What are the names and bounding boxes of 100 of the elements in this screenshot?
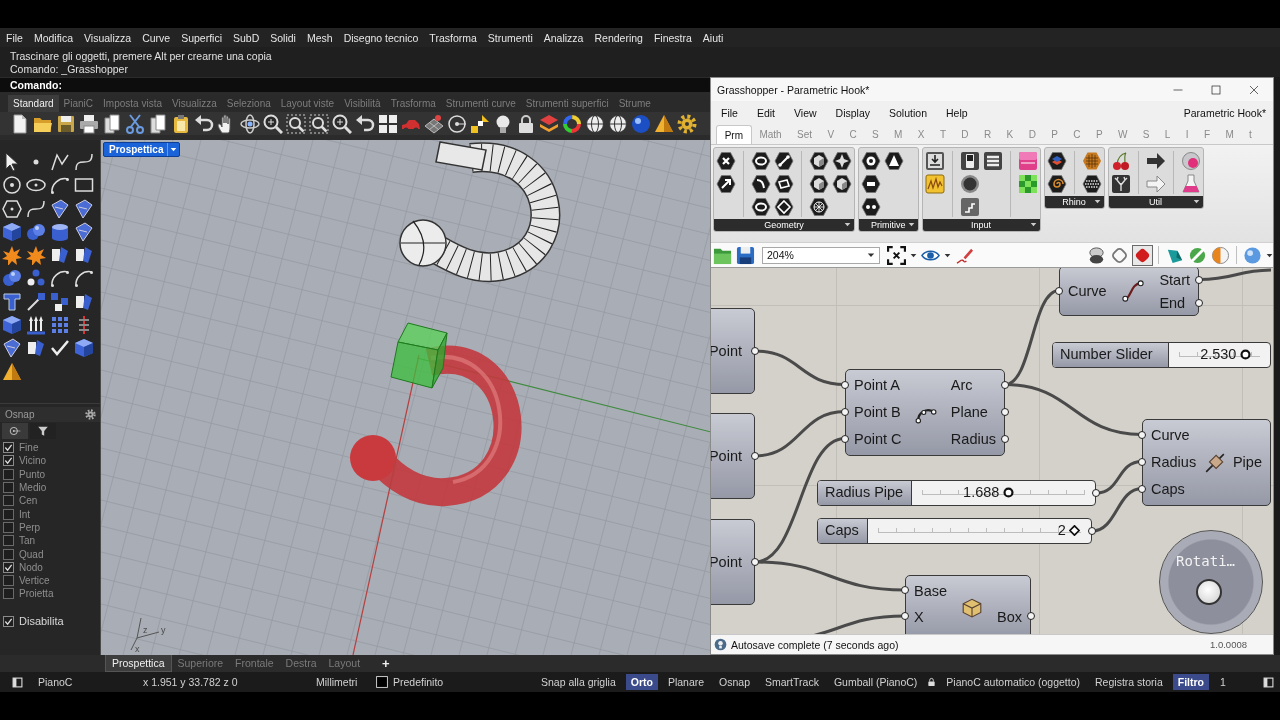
menu-item[interactable]: Curve <box>142 31 171 44</box>
shapes-icon[interactable] <box>470 113 490 134</box>
menu-item[interactable]: View <box>794 107 817 119</box>
menu-item[interactable]: Strumenti <box>487 31 533 44</box>
grip-icon[interactable] <box>1001 380 1009 389</box>
hexagon-icon[interactable] <box>2 198 22 219</box>
burst-icon[interactable] <box>2 245 22 266</box>
cube-icon[interactable] <box>74 338 94 359</box>
panel-toggle-icon[interactable] <box>1263 676 1274 688</box>
hexagon-ring-icon[interactable] <box>751 151 771 171</box>
number-slider[interactable]: Number Slider 2.530 <box>1052 342 1271 368</box>
zoom-window-icon[interactable] <box>286 113 306 134</box>
download-icon[interactable] <box>924 151 945 171</box>
tab[interactable]: Prm <box>716 125 752 144</box>
checkbox[interactable] <box>3 615 14 627</box>
settings-icon[interactable] <box>85 409 96 420</box>
grip-icon[interactable] <box>841 380 849 389</box>
shaded-sphere-icon[interactable] <box>631 113 651 134</box>
grid-plane-icon[interactable] <box>424 113 444 134</box>
text-tool-icon[interactable] <box>2 291 22 312</box>
hexagon-link-icon[interactable] <box>774 151 794 171</box>
menu-item[interactable]: Solution <box>889 107 927 119</box>
checkbox[interactable] <box>3 508 14 520</box>
command-input-field[interactable] <box>65 78 710 92</box>
status-toggle[interactable]: Orto <box>625 674 658 690</box>
viewport-tab[interactable]: Prospettica <box>105 655 172 672</box>
hexagon-layers-icon[interactable] <box>1046 151 1067 171</box>
cube-icon[interactable] <box>2 315 22 336</box>
panel-tab[interactable] <box>30 423 56 439</box>
zoom-icon[interactable] <box>263 113 283 134</box>
menu-item[interactable]: File <box>6 31 23 44</box>
toolbar-tab[interactable]: Visualizza <box>167 95 222 112</box>
construction-plane-label[interactable]: PianoC <box>32 676 143 688</box>
save-icon[interactable] <box>736 245 755 265</box>
surface-icon[interactable] <box>2 338 22 359</box>
menu-item[interactable]: Edit <box>756 107 775 119</box>
undo-icon[interactable] <box>355 113 375 134</box>
new-document-icon[interactable] <box>10 113 30 134</box>
preview-mode-icon[interactable] <box>1110 245 1129 265</box>
grip-icon[interactable] <box>1195 298 1203 307</box>
flask-icon[interactable] <box>1180 174 1201 194</box>
menu-item[interactable]: Solidi <box>270 31 296 44</box>
zoom-icon[interactable] <box>332 113 352 134</box>
hexagon-dots-icon[interactable] <box>861 197 881 217</box>
hexagon-curve-icon[interactable] <box>751 174 771 194</box>
save-icon[interactable] <box>56 113 76 134</box>
group-menu-button[interactable]: Geometry <box>714 219 854 231</box>
toolbar-tab[interactable]: Trasforma <box>385 95 441 112</box>
hexagon-waffle-icon[interactable] <box>1081 151 1102 171</box>
zoom-window-icon[interactable] <box>309 113 329 134</box>
status-toggle[interactable]: Filtro <box>1172 674 1209 690</box>
curve-icon[interactable] <box>26 198 46 219</box>
shapes-pair-icon[interactable] <box>26 338 46 359</box>
grip-icon[interactable] <box>1195 275 1203 284</box>
paste-icon[interactable] <box>171 113 191 134</box>
hexagon-star-icon[interactable] <box>832 151 852 171</box>
component-node[interactable]: Curve Radius Caps Pipe <box>1142 419 1271 506</box>
stairs-icon[interactable] <box>959 197 980 217</box>
menu-item[interactable]: File <box>721 107 738 119</box>
cube-icon[interactable] <box>2 221 22 242</box>
slashed-disc-icon[interactable] <box>1188 245 1207 265</box>
pyramid-icon[interactable] <box>2 361 22 382</box>
layer-label[interactable]: Predefinito <box>393 676 444 688</box>
menu-item[interactable]: Aiuti <box>702 31 724 44</box>
sphere-icon[interactable] <box>1180 151 1201 171</box>
component-node[interactable]: Curve Start End <box>1059 268 1199 316</box>
knob-handle-icon[interactable] <box>1196 579 1222 605</box>
arc-icon[interactable] <box>50 175 70 196</box>
shapes-pair-icon[interactable] <box>74 291 94 312</box>
checkbox[interactable] <box>3 482 14 494</box>
printer-icon[interactable] <box>79 113 99 134</box>
group-menu-button[interactable]: Rhino <box>1044 196 1104 208</box>
grip-icon[interactable] <box>1138 484 1146 493</box>
caret-icon[interactable] <box>944 251 951 259</box>
copy-icon[interactable] <box>102 113 122 134</box>
grip-icon[interactable] <box>841 407 849 416</box>
point-parameter[interactable]: Point <box>711 308 755 394</box>
toolbar-tab[interactable]: Layout viste <box>275 95 340 112</box>
shapes-pair-icon[interactable] <box>50 245 70 266</box>
curve-icon[interactable] <box>74 152 94 172</box>
dot-grid-icon[interactable] <box>50 315 70 336</box>
toolbar-tab[interactable]: Visibilità <box>339 95 386 112</box>
hexagon-bar-icon[interactable] <box>861 174 881 194</box>
add-tab-button[interactable]: + <box>372 655 400 672</box>
layers-icon[interactable] <box>539 113 559 134</box>
status-toggle[interactable]: SmartTrack <box>760 674 824 690</box>
toolbar-tab[interactable]: Strume <box>613 95 656 112</box>
grip-icon[interactable] <box>1055 286 1063 295</box>
toolbar-tab[interactable]: Strumenti curve <box>440 95 521 112</box>
circle-icon[interactable] <box>2 175 22 196</box>
status-toggle[interactable]: PianoC automatico (oggetto) <box>941 674 1086 690</box>
panel-tab[interactable] <box>2 423 28 439</box>
grip-icon[interactable] <box>901 586 909 594</box>
grip-icon[interactable] <box>1092 489 1100 497</box>
checkbox[interactable] <box>3 535 14 547</box>
menu-item[interactable]: Trasforma <box>429 31 477 44</box>
four-viewports-icon[interactable] <box>378 113 398 134</box>
menu-item[interactable]: SubD <box>233 31 260 44</box>
slider-grip[interactable] <box>1239 349 1251 360</box>
viewport[interactable]: Prospettica z y x <box>100 140 710 655</box>
